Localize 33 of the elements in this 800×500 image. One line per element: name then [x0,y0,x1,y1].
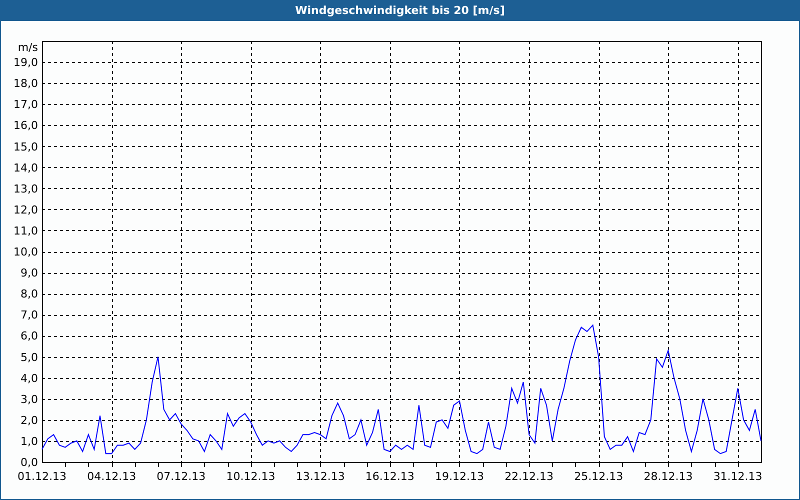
y-tick-label: 2,0 [20,414,38,427]
y-tick-label: 12,0 [14,203,38,216]
y-tick-label: 8,0 [20,288,38,301]
x-tick-label: 16.12.13 [365,470,414,483]
y-tick-label: 1,0 [20,434,38,448]
y-tick-label: 6,0 [20,330,38,343]
x-tick-label: 28.12.13 [644,470,693,483]
y-tick-label: 15,0 [14,140,38,154]
y-tick-label: 3,0 [20,392,38,406]
x-tick-label: 01.12.13 [18,470,66,483]
x-tick-label: 04.12.13 [87,470,136,483]
x-tick-label: 19.12.13 [435,470,484,483]
y-tick-label: 18,0 [14,77,38,90]
y-tick-label: 5,0 [20,350,38,364]
x-tick-label: 31.12.13 [713,470,762,483]
y-tick-label: 16,0 [14,119,38,132]
y-tick-label: 17,0 [14,98,38,112]
window-title: Windgeschwindigkeit bis 20 [m/s] [1,1,799,21]
y-tick-label: 14,0 [14,161,38,174]
y-tick-label: 11,0 [14,224,38,238]
x-tick-label: 07.12.13 [156,470,206,483]
x-tick-label: 13.12.13 [296,470,345,483]
x-tick-label: 25.12.13 [574,470,624,483]
y-tick-label: 10,0 [14,246,38,258]
y-axis-label: m/s [18,41,38,54]
y-tick-label: 13,0 [14,182,38,196]
x-tick-label: 10.12.13 [226,470,276,483]
y-tick-label: 19,0 [14,56,38,70]
y-tick-label: 9,0 [20,266,38,280]
y-tick-label: 0,0 [20,456,38,469]
x-tick-label: 22.12.13 [504,470,554,483]
y-tick-label: 7,0 [20,308,38,322]
y-tick-label: 4,0 [20,372,38,385]
